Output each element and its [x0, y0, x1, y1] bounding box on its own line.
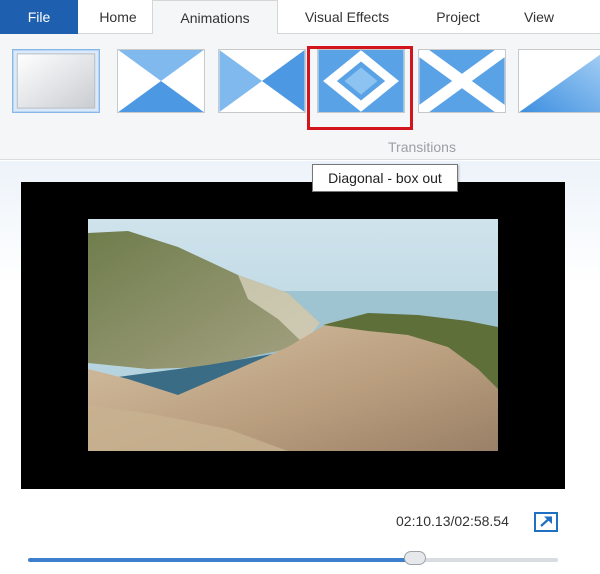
tab-project[interactable]: Project — [420, 0, 496, 34]
timecode-display: 02:10.13/02:58.54 — [396, 513, 509, 529]
ribbon-tab-bar: File Home Animations Visual Effects Proj… — [0, 0, 600, 35]
bow-tie-vertical-icon — [118, 50, 204, 112]
selected-transition-highlight — [307, 46, 413, 130]
tab-visual-effects[interactable]: Visual Effects — [286, 0, 408, 34]
video-frame — [88, 219, 498, 451]
seek-bar-progress — [28, 558, 415, 562]
bow-tie-horizontal-icon — [219, 50, 305, 112]
no-transition-icon — [16, 53, 96, 109]
transition-tooltip: Diagonal - box out — [312, 164, 458, 192]
seek-bar[interactable] — [28, 558, 558, 562]
coastline-landscape-image — [88, 219, 498, 451]
seek-bar-handle[interactable] — [403, 551, 426, 565]
tab-view[interactable]: View — [508, 0, 570, 34]
transition-bow-tie-vertical[interactable] — [117, 49, 205, 113]
transition-diagonal-down-right[interactable] — [518, 49, 600, 113]
tab-home[interactable]: Home — [86, 0, 150, 34]
expand-arrow-icon — [540, 516, 552, 527]
diagonal-cross-out-icon — [419, 50, 505, 112]
fullscreen-button[interactable] — [534, 512, 558, 532]
transition-bow-tie-horizontal[interactable] — [218, 49, 306, 113]
transition-none[interactable] — [12, 49, 100, 113]
video-player[interactable] — [21, 182, 565, 489]
diagonal-down-right-icon — [519, 50, 600, 112]
tab-file[interactable]: File — [0, 0, 78, 34]
transitions-ribbon: Transitions — [0, 34, 600, 160]
transition-diagonal-cross-out[interactable] — [418, 49, 506, 113]
tab-animations[interactable]: Animations — [152, 0, 278, 35]
transitions-group-label: Transitions — [388, 139, 456, 155]
